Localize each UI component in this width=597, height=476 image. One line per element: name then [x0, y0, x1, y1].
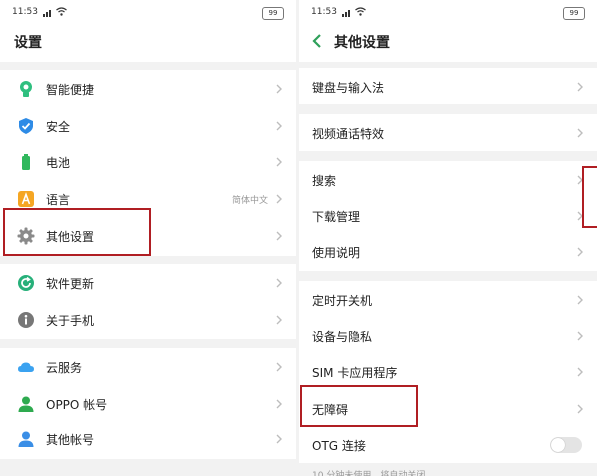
settings-item-label: 语言	[46, 193, 71, 207]
section-divider	[0, 459, 296, 476]
settings-item-label: 搜索	[312, 174, 337, 188]
wifi-icon	[56, 7, 67, 16]
other-settings-screen: 11:53 99 其他设置 键盘与输入法 视频通话特效 搜索 下载管理 使用说明…	[299, 0, 597, 476]
signal-icon	[342, 10, 350, 17]
battery-indicator: 99	[563, 7, 585, 20]
settings-item-label: 智能便捷	[46, 83, 95, 97]
settings-item-security[interactable]: 安全	[0, 108, 296, 144]
wifi-icon	[355, 7, 366, 16]
settings-item-smart-assist[interactable]: 智能便捷	[0, 71, 296, 107]
section-divider	[299, 151, 597, 161]
settings-item-software-update[interactable]: 软件更新	[0, 265, 296, 301]
settings-item-label: OPPO 帐号	[46, 398, 108, 412]
settings-item-oppo-account[interactable]: OPPO 帐号	[0, 386, 296, 422]
settings-item-user-guide[interactable]: 使用说明	[299, 234, 597, 270]
settings-item-label: 云服务	[46, 361, 83, 375]
chevron-right-icon	[577, 128, 583, 138]
settings-item-label: 设备与隐私	[312, 330, 373, 344]
status-bar: 11:53 99	[311, 6, 585, 22]
battery-indicator: 99	[262, 7, 284, 20]
settings-item-about-phone[interactable]: 关于手机	[0, 302, 296, 338]
otg-toggle[interactable]	[550, 437, 582, 453]
update-icon	[18, 275, 34, 291]
settings-item-label: 键盘与输入法	[312, 81, 385, 95]
chevron-right-icon	[577, 295, 583, 305]
signal-icon	[43, 10, 51, 17]
settings-item-label: 电池	[46, 156, 71, 170]
section-divider	[0, 339, 296, 348]
settings-item-label: 软件更新	[46, 277, 95, 291]
settings-item-otg[interactable]: OTG 连接	[299, 427, 597, 463]
cloud-icon	[18, 362, 34, 372]
highlight-right-edge	[582, 166, 597, 228]
chevron-right-icon	[276, 362, 282, 372]
settings-item-label: 安全	[46, 120, 71, 134]
settings-item-device-privacy[interactable]: 设备与隐私	[299, 318, 597, 354]
person-icon	[18, 396, 34, 412]
language-icon	[18, 191, 34, 207]
settings-item-label: 其他帐号	[46, 433, 95, 447]
chevron-right-icon	[577, 331, 583, 341]
chevron-right-icon	[577, 367, 583, 377]
highlight-accessibility	[300, 385, 418, 427]
highlight-other-settings	[3, 208, 151, 256]
chevron-right-icon	[577, 404, 583, 414]
chevron-right-icon	[276, 194, 282, 204]
settings-item-label: 下载管理	[312, 210, 361, 224]
section-divider	[0, 62, 296, 70]
status-time: 11:53	[12, 7, 38, 17]
page-title: 其他设置	[334, 35, 390, 51]
settings-item-search[interactable]: 搜索	[299, 162, 597, 198]
chevron-right-icon	[276, 399, 282, 409]
person-icon	[18, 431, 34, 447]
info-icon	[18, 312, 34, 328]
back-chevron-icon[interactable]	[311, 33, 323, 49]
settings-item-keyboard-input[interactable]: 键盘与输入法	[299, 69, 597, 105]
chevron-right-icon	[276, 84, 282, 94]
settings-item-label: 关于手机	[46, 314, 95, 328]
settings-item-download-manager[interactable]: 下载管理	[299, 198, 597, 234]
chevron-right-icon	[577, 247, 583, 257]
toggle-knob	[551, 438, 565, 452]
settings-item-label: 定时开关机	[312, 294, 373, 308]
battery-icon	[22, 154, 30, 170]
settings-item-label: 使用说明	[312, 246, 361, 260]
otg-footnote: 10 分钟未使用，将自动关闭	[312, 471, 426, 476]
status-time: 11:53	[311, 7, 337, 17]
page-title: 设置	[14, 35, 42, 51]
settings-screen: 11:53 99 设置 智能便捷 安全 电池 语言 简体中文 其他设置 软件更新…	[0, 0, 296, 476]
smart-assist-icon	[20, 81, 32, 97]
section-divider	[299, 62, 597, 68]
status-bar: 11:53 99	[12, 6, 284, 22]
chevron-right-icon	[276, 278, 282, 288]
settings-item-label: OTG 连接	[312, 439, 366, 453]
settings-item-battery[interactable]: 电池	[0, 144, 296, 180]
settings-item-video-call-effects[interactable]: 视频通话特效	[299, 115, 597, 151]
settings-item-cloud-service[interactable]: 云服务	[0, 349, 296, 385]
chevron-right-icon	[276, 315, 282, 325]
chevron-right-icon	[276, 434, 282, 444]
chevron-right-icon	[276, 157, 282, 167]
shield-icon	[19, 118, 33, 134]
section-divider	[299, 271, 597, 281]
chevron-right-icon	[276, 231, 282, 241]
settings-item-label: SIM 卡应用程序	[312, 366, 398, 380]
section-divider	[299, 104, 597, 114]
chevron-right-icon	[276, 121, 282, 131]
section-divider	[0, 256, 296, 264]
language-value: 简体中文	[231, 196, 268, 206]
chevron-right-icon	[577, 82, 583, 92]
settings-item-scheduled-power[interactable]: 定时开关机	[299, 282, 597, 318]
settings-item-other-accounts[interactable]: 其他帐号	[0, 421, 296, 457]
settings-item-label: 视频通话特效	[312, 127, 385, 141]
